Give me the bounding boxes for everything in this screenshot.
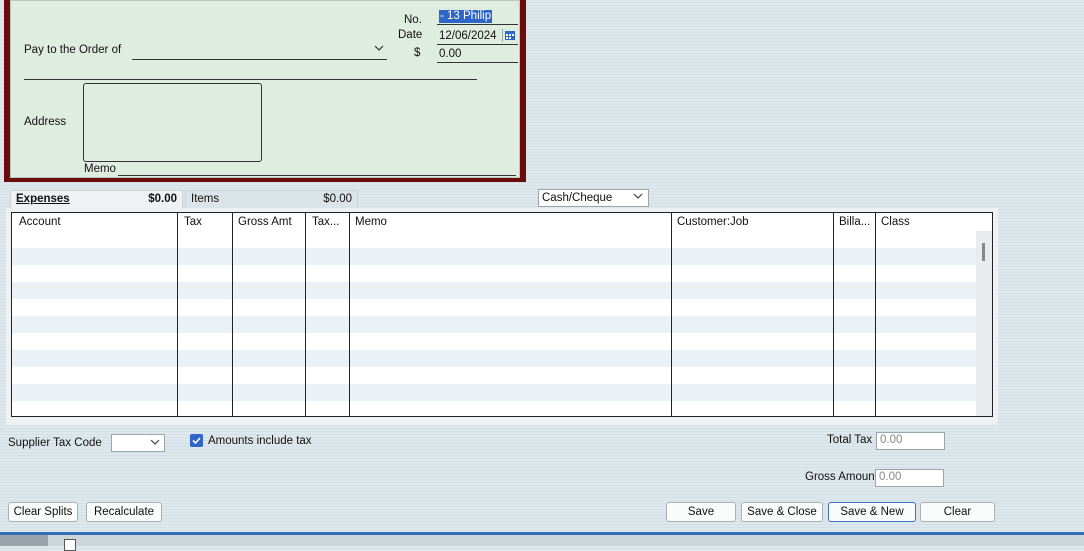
tab-items[interactable]: Items $0.00	[185, 190, 358, 208]
payment-method-value: Cash/Cheque	[542, 192, 613, 204]
tab-items-label: Items	[191, 193, 220, 205]
tab-items-amount: $0.00	[323, 193, 352, 205]
payment-method-combo[interactable]: Cash/Cheque	[538, 189, 649, 207]
chevron-down-icon[interactable]	[633, 191, 643, 204]
amount-value: 0.00	[439, 48, 462, 60]
col-customer-job[interactable]: Customer:Job	[677, 216, 749, 228]
col-memo[interactable]: Memo	[355, 216, 387, 228]
tab-expenses-amount: $0.00	[148, 193, 177, 205]
payee-combo[interactable]	[132, 43, 387, 60]
column-divider	[232, 213, 233, 416]
address-label: Address	[24, 116, 67, 128]
col-billable[interactable]: Billa...	[839, 216, 870, 228]
column-divider	[875, 213, 876, 416]
memo-field[interactable]	[118, 175, 516, 176]
address-box[interactable]	[83, 83, 262, 162]
tab-bar: Expenses $0.00 Items $0.00	[10, 190, 358, 208]
table-row[interactable]	[12, 299, 976, 316]
strip-segment	[0, 535, 48, 546]
date-field[interactable]: 12/06/2024	[437, 28, 518, 45]
save-button[interactable]: Save	[666, 502, 736, 522]
expenses-grid: Account Tax Gross Amt Tax... Memo Custom…	[11, 212, 993, 417]
chevron-down-icon[interactable]	[374, 43, 384, 56]
grid-header: Account Tax Gross Amt Tax... Memo Custom…	[12, 213, 992, 231]
save-close-button[interactable]: Save & Close	[741, 502, 823, 522]
cheque-no-value: - 13 Philip	[439, 10, 493, 23]
table-row[interactable]	[12, 333, 976, 350]
col-account[interactable]: Account	[19, 216, 61, 228]
amounts-include-tax-checkbox[interactable]	[190, 434, 203, 447]
table-row[interactable]	[12, 248, 976, 265]
table-row[interactable]	[12, 231, 976, 248]
table-row[interactable]	[12, 350, 976, 367]
amount-dollar-label: $	[414, 47, 421, 59]
col-class[interactable]: Class	[881, 216, 910, 228]
table-row[interactable]	[12, 316, 976, 333]
cheque-no-label: No.	[404, 14, 422, 26]
column-divider	[349, 213, 350, 416]
col-tax-amt[interactable]: Tax...	[312, 216, 339, 228]
save-new-button[interactable]: Save & New	[828, 502, 916, 522]
supplier-tax-code-combo[interactable]	[111, 434, 165, 452]
clear-button[interactable]: Clear	[920, 502, 995, 522]
written-amount-line	[24, 79, 477, 80]
gross-amount-label: Gross Amount	[805, 471, 878, 483]
table-row[interactable]	[12, 282, 976, 299]
col-tax[interactable]: Tax	[184, 216, 202, 228]
gross-amount-field: 0.00	[875, 469, 944, 487]
clear-splits-button[interactable]: Clear Splits	[8, 502, 78, 522]
col-gross-amt[interactable]: Gross Amt	[238, 216, 292, 228]
recalculate-button[interactable]: Recalculate	[86, 502, 162, 522]
column-divider	[177, 213, 178, 416]
table-row[interactable]	[12, 401, 976, 416]
total-tax-label: Total Tax	[827, 434, 873, 446]
bottom-strip	[0, 532, 1084, 551]
supplier-tax-code-label: Supplier Tax Code	[8, 437, 102, 449]
tab-expenses-label: Expenses	[16, 193, 70, 205]
chevron-down-icon[interactable]	[150, 437, 160, 450]
column-divider	[671, 213, 672, 416]
checkmark-icon	[192, 437, 201, 445]
cheque-no-field[interactable]: - 13 Philip	[437, 9, 518, 25]
memo-label: Memo	[84, 163, 116, 175]
strip-checkbox[interactable]	[64, 539, 76, 551]
column-divider	[833, 213, 834, 416]
date-label: Date	[398, 29, 423, 41]
pay-to-label: Pay to the Order of	[24, 44, 122, 56]
grid-scrollbar[interactable]	[976, 231, 992, 416]
total-tax-field: 0.00	[876, 432, 945, 450]
table-row[interactable]	[12, 367, 976, 384]
tab-expenses[interactable]: Expenses $0.00	[10, 190, 183, 208]
date-value: 12/06/2024	[439, 30, 497, 42]
cheque-panel: No. - 13 Philip Date 12/06/2024 $ 0.00 P…	[10, 0, 520, 178]
column-divider	[305, 213, 306, 416]
table-row[interactable]	[12, 265, 976, 282]
scrollbar-thumb[interactable]	[982, 243, 985, 261]
amounts-include-tax-label[interactable]: Amounts include tax	[208, 435, 312, 447]
amount-field[interactable]: 0.00	[437, 47, 518, 63]
calendar-icon[interactable]	[502, 29, 517, 42]
table-row[interactable]	[12, 384, 976, 401]
